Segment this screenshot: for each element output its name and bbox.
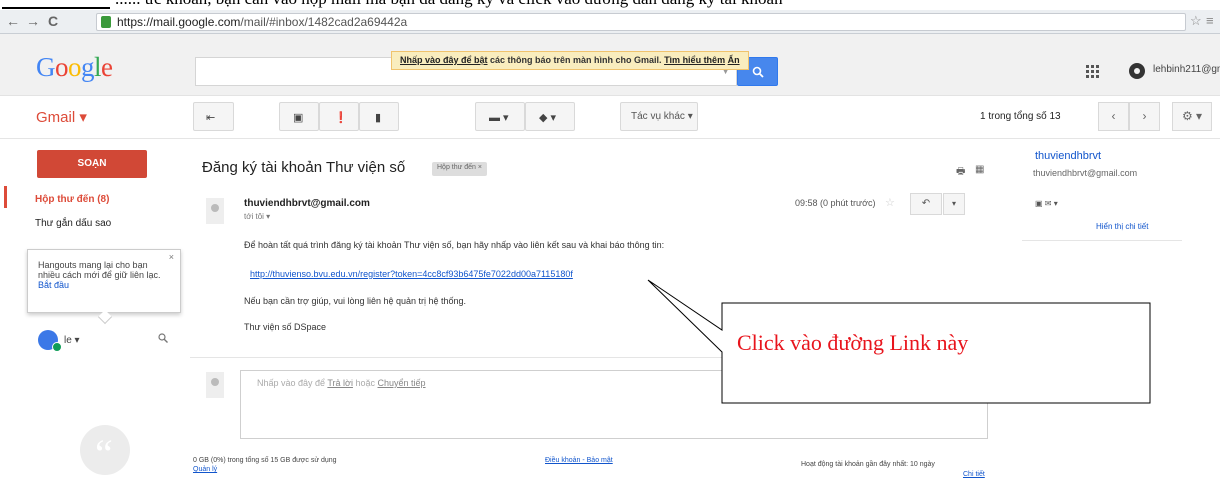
- toolbar-divider: [0, 138, 1220, 139]
- forward-link[interactable]: Chuyển tiếp: [378, 378, 426, 388]
- pager-count: 1 trong tổng số 13: [980, 111, 1061, 122]
- terms-privacy-link[interactable]: Điều khoản - Bảo mật: [545, 457, 613, 464]
- back-icon[interactable]: ←: [6, 13, 20, 29]
- account-email[interactable]: lehbinh211@gmail.com: [1153, 64, 1220, 75]
- hide-notice-link[interactable]: Ẩn: [728, 55, 740, 65]
- menu-icon[interactable]: ≡: [1206, 13, 1214, 28]
- gear-icon: ⚙ ▾: [1181, 109, 1203, 123]
- more-actions-button[interactable]: Tác vụ khác ▾: [620, 102, 698, 131]
- contact-divider: [1022, 240, 1182, 241]
- reply-placeholder: Nhấp vào đây để Trả lời hoặc Chuyển tiếp: [257, 378, 426, 388]
- settings-button[interactable]: ⚙ ▾: [1172, 102, 1212, 131]
- delete-button[interactable]: ▮: [359, 102, 399, 131]
- label-icon: ◆ ▾: [539, 112, 557, 124]
- back-arrow-icon: ⇤: [206, 112, 216, 124]
- trash-icon: ▮: [375, 112, 382, 124]
- print-icon[interactable]: 🖶: [956, 164, 965, 181]
- lock-icon: [101, 16, 111, 28]
- inbox-label-chip[interactable]: Hộp thư đến ×: [432, 162, 487, 176]
- search-icon: [752, 66, 764, 78]
- search-icon[interactable]: [158, 333, 168, 343]
- archive-icon: ▣: [293, 112, 304, 124]
- reload-icon[interactable]: C: [48, 13, 58, 29]
- manage-storage-link[interactable]: Quản lý: [193, 466, 217, 473]
- reply-icon: ↶: [921, 198, 931, 209]
- reply-divider: [190, 357, 994, 358]
- reply-button[interactable]: ↶: [910, 193, 942, 215]
- apps-grid-icon[interactable]: [1086, 65, 1100, 79]
- last-activity: Hoạt động tài khoản gần đây nhất: 10 ngà…: [801, 461, 935, 468]
- document-text: ...... ức khoản, bạn cần vào hộp mail mà…: [115, 0, 783, 9]
- hangouts-logo-icon: [80, 425, 130, 477]
- contact-actions[interactable]: ▣ ✉ ▾: [1035, 199, 1058, 208]
- archive-button[interactable]: ▣: [279, 102, 319, 131]
- contact-email: thuviendhbrvt@gmail.com: [1033, 168, 1138, 178]
- gmail-menu[interactable]: Gmail ▾: [36, 108, 87, 126]
- new-window-icon[interactable]: ▦: [975, 164, 984, 175]
- more-actions-label: Tác vụ khác ▾: [631, 111, 693, 122]
- learn-more-link[interactable]: Tìm hiểu thêm: [664, 55, 725, 65]
- notice-text: các thông báo trên màn hình cho Gmail.: [487, 55, 665, 65]
- recipient-details[interactable]: tới tôi ▾: [244, 212, 270, 221]
- labels-button[interactable]: ◆ ▾: [525, 102, 575, 131]
- move-to-button[interactable]: ▬ ▾: [475, 102, 525, 131]
- body-signature: Thư viện số DSpace: [244, 322, 327, 332]
- hangouts-tooltip: × Hangouts mang lại cho bạn nhiều cách m…: [27, 249, 181, 313]
- older-button[interactable]: ›: [1129, 102, 1160, 131]
- body-help: Nếu bạn cần trợ giúp, vui lòng liên hệ q…: [244, 296, 467, 306]
- back-to-inbox-button[interactable]: ⇤: [193, 102, 234, 131]
- chevron-down-icon: ▾: [951, 199, 956, 208]
- browser-toolbar: ← → C https://mail.google.com/mail/#inbo…: [0, 10, 1220, 34]
- registration-link[interactable]: http://thuvienso.bvu.edu.vn/register?tok…: [250, 269, 573, 279]
- star-icon[interactable]: ☆: [885, 196, 895, 209]
- sidebar-item-starred[interactable]: Thư gắn dấu sao: [35, 218, 111, 229]
- document-top-strip: ...... ức khoản, bạn cần vào hộp mail mà…: [0, 0, 1220, 10]
- contact-name[interactable]: thuviendhbrvt: [1035, 150, 1101, 162]
- reply-or: hoặc: [352, 378, 378, 388]
- hangouts-user-menu[interactable]: le ▾: [64, 335, 80, 346]
- hangouts-start-link[interactable]: Bắt đầu: [38, 280, 69, 290]
- storage-info: 0 GB (0%) trong tổng số 15 GB được sử dụ…: [193, 456, 337, 474]
- url-path: /mail/#inbox/1482cad2a69442a: [240, 15, 408, 29]
- bookmark-star-icon[interactable]: ☆: [1190, 13, 1202, 29]
- compose-button[interactable]: SOẠN: [37, 150, 147, 178]
- report-spam-button[interactable]: ❗: [319, 102, 359, 131]
- body-instruction: Để hoàn tất quá trình đăng ký tài khoản …: [244, 240, 665, 250]
- enable-notifications-link[interactable]: Nhấp vào đây để bật: [400, 55, 488, 65]
- message-time: 09:58 (0 phút trước): [795, 198, 876, 208]
- avatar[interactable]: [38, 330, 62, 352]
- forward-icon[interactable]: →: [26, 13, 40, 29]
- close-icon[interactable]: ×: [169, 252, 174, 262]
- spam-icon: ❗: [334, 112, 348, 124]
- hangouts-tip-text: Hangouts mang lại cho bạn nhiều cách mới…: [38, 260, 161, 280]
- document-underline: [2, 7, 110, 9]
- avatar: [206, 198, 224, 224]
- selected-indicator: [4, 186, 7, 208]
- reply-prefix: Nhấp vào đây để: [257, 378, 328, 388]
- contact-more-link[interactable]: Hiển thị chi tiết: [1096, 222, 1148, 231]
- activity-details-link[interactable]: Chi tiết: [963, 471, 985, 478]
- notifications-icon[interactable]: [1129, 63, 1145, 79]
- folder-icon: ▬ ▾: [489, 112, 509, 124]
- annotation-text: Click vào đường Link này: [737, 330, 969, 355]
- url-host: https://mail.google.com: [117, 15, 241, 29]
- message-more-button[interactable]: ▾: [943, 193, 965, 215]
- sidebar-item-inbox[interactable]: Hộp thư đến (8): [35, 194, 109, 205]
- sender-email[interactable]: thuviendhbrvt@gmail.com: [244, 198, 370, 209]
- message-subject: Đăng ký tài khoản Thư viện số: [202, 159, 406, 176]
- address-bar[interactable]: https://mail.google.com/mail/#inbox/1482…: [96, 13, 1186, 31]
- desktop-notification-banner: Nhấp vào đây để bật các thông báo trên m…: [391, 51, 749, 70]
- storage-text: 0 GB (0%) trong tổng số 15 GB được sử dụ…: [193, 457, 337, 464]
- google-logo[interactable]: Google: [36, 52, 113, 83]
- avatar: [206, 372, 224, 398]
- newer-button[interactable]: ‹: [1098, 102, 1129, 131]
- reply-link[interactable]: Trả lời: [327, 378, 353, 388]
